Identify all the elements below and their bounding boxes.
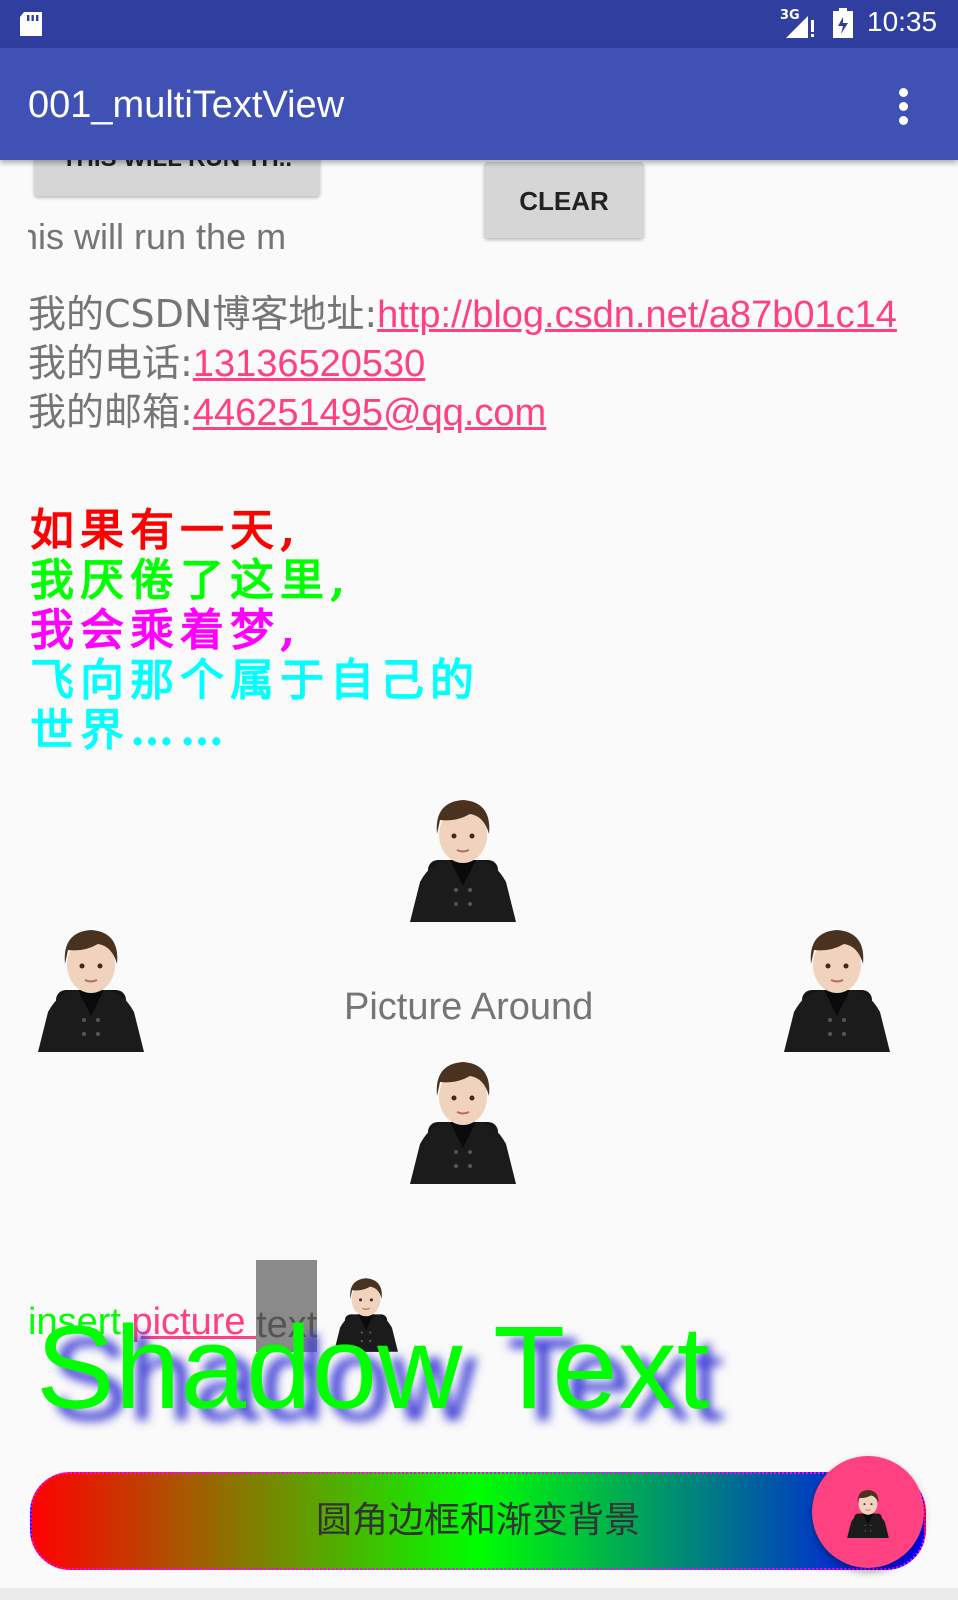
poem-line: 世界…… xyxy=(30,705,230,756)
blog-label: 我的CSDN博客地址: xyxy=(28,292,378,336)
poem-line: 我会乘着梦, xyxy=(30,605,302,656)
sd-card-icon xyxy=(20,12,42,36)
signal-icon xyxy=(786,16,814,38)
phone-label: 我的电话: xyxy=(28,341,193,385)
mail-label: 我的邮箱: xyxy=(28,390,193,434)
bottom-edge xyxy=(0,1588,958,1600)
shadow-text: Shadow Text xyxy=(36,1302,710,1434)
poem: 如果有一天, 我厌倦了这里, 我会乘着梦, 飞向那个属于自己的 世界…… xyxy=(30,506,480,756)
boy-picture-left xyxy=(38,920,144,1052)
overflow-menu-icon[interactable] xyxy=(898,88,910,125)
blog-link[interactable]: http://blog.csdn.net/a87b01c14 xyxy=(377,294,897,336)
boy-picture-top xyxy=(410,790,516,922)
app-toolbar: 001_multiTextView xyxy=(0,48,958,160)
boy-picture-right xyxy=(784,920,890,1052)
battery-icon xyxy=(833,8,853,38)
gradient-rounded-button[interactable]: 圆角边框和渐变背景 xyxy=(30,1472,926,1570)
boy-avatar-icon xyxy=(846,1486,890,1538)
clock: 10:35 xyxy=(867,6,938,37)
marquee-text: his will run the m xyxy=(28,216,324,260)
contact-info: 我的CSDN博客地址:http://blog.csdn.net/a87b01c1… xyxy=(28,290,928,437)
phone-link[interactable]: 13136520530 xyxy=(193,343,425,385)
app-title: 001_multiTextView xyxy=(28,84,345,126)
poem-line: 飞向那个属于自己的 xyxy=(30,655,480,706)
clear-button[interactable]: CLEAR xyxy=(484,162,644,238)
boy-picture-bottom xyxy=(410,1052,516,1184)
floating-action-button[interactable] xyxy=(812,1456,924,1568)
mail-link[interactable]: 446251495@qq.com xyxy=(193,392,546,434)
status-bar: 3G 10:35 xyxy=(0,0,958,48)
marquee-label: his will run the m xyxy=(28,216,287,257)
poem-line: 如果有一天, xyxy=(30,505,302,556)
picture-around-text: Picture Around xyxy=(344,986,594,1028)
poem-line: 我厌倦了这里, xyxy=(30,555,352,606)
